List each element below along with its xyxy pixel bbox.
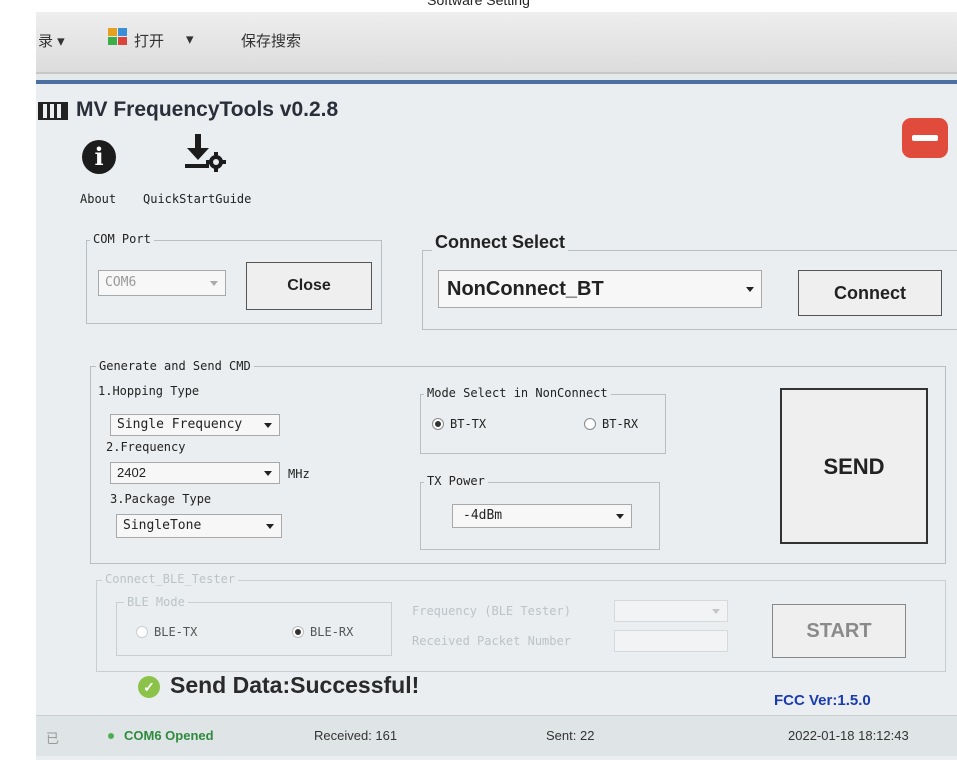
hopping-type-value: Single Frequency xyxy=(117,417,243,432)
tx-power-value: -4dBm xyxy=(463,508,503,523)
connect-mode-value: NonConnect_BT xyxy=(447,278,604,300)
ble-tx-label[interactable]: BLE-TX xyxy=(154,625,197,639)
chevron-down-icon xyxy=(266,524,274,529)
chevron-down-icon xyxy=(616,514,624,519)
bt-tx-radio[interactable] xyxy=(432,418,444,430)
generate-send-legend: Generate and Send CMD xyxy=(96,359,254,373)
minus-icon xyxy=(912,135,938,141)
package-type-label: 3.Package Type xyxy=(110,492,212,506)
app-logo-icon xyxy=(38,102,68,120)
connect-button[interactable]: Connect xyxy=(798,270,942,316)
connect-select-legend: Connect Select xyxy=(432,232,569,253)
tx-power-select[interactable]: -4dBm xyxy=(452,504,632,528)
ble-tx-radio[interactable] xyxy=(136,626,148,638)
quickstart-label[interactable]: QuickStartGuide xyxy=(143,192,251,206)
status-left-glyph: 已 xyxy=(46,731,60,746)
status-dot-icon xyxy=(108,733,114,739)
bt-tx-label[interactable]: BT-TX xyxy=(450,417,486,431)
com-port-legend: COM Port xyxy=(90,232,154,246)
app-title: MV FrequencyTools v0.2.8 xyxy=(76,98,339,121)
fcc-version: FCC Ver:1.5.0 xyxy=(774,692,871,709)
save-search-button[interactable]: 保存搜索 xyxy=(241,30,301,51)
tx-power-legend: TX Power xyxy=(424,474,488,488)
connect-mode-select[interactable]: NonConnect_BT xyxy=(438,270,762,308)
open-button[interactable]: 打开 xyxy=(134,30,164,51)
package-type-select[interactable]: SingleTone xyxy=(116,514,282,538)
hopping-type-select[interactable]: Single Frequency xyxy=(110,414,280,436)
received-count: Received: 161 xyxy=(314,728,398,743)
package-type-value: SingleTone xyxy=(123,518,202,533)
open-dropdown-caret[interactable]: ▾ xyxy=(186,30,194,48)
about-label[interactable]: About xyxy=(80,192,116,206)
ble-rx-label[interactable]: BLE-RX xyxy=(310,625,353,639)
ble-rx-radio[interactable] xyxy=(292,626,304,638)
bt-rx-radio[interactable] xyxy=(584,418,596,430)
window-close-button[interactable] xyxy=(902,118,948,158)
mode-select-legend: Mode Select in NonConnect xyxy=(424,386,611,400)
image-caption: Software Setting xyxy=(427,0,530,8)
chevron-down-icon xyxy=(264,471,272,476)
received-packet-field[interactable] xyxy=(614,630,728,652)
com-status: COM6 Opened xyxy=(124,728,214,743)
send-button[interactable]: SEND xyxy=(780,388,928,544)
bt-rx-label[interactable]: BT-RX xyxy=(602,417,638,431)
frequency-label: 2.Frequency xyxy=(106,440,186,454)
download-settings-icon[interactable] xyxy=(180,134,228,176)
info-icon[interactable]: i xyxy=(82,140,116,174)
open-folder-icon xyxy=(108,28,128,46)
com-port-select[interactable]: COM6 xyxy=(98,270,226,296)
success-check-icon: ✓ xyxy=(138,676,160,698)
received-packet-label: Received Packet Number xyxy=(412,634,571,648)
chevron-down-icon xyxy=(712,609,720,614)
toolbar-item-record[interactable]: 录 ▾ xyxy=(38,30,65,51)
frequency-tools-window: MV FrequencyTools v0.2.8 i About QuickSt… xyxy=(36,80,957,760)
chevron-down-icon xyxy=(746,287,754,292)
frequency-select[interactable]: 2402 xyxy=(110,462,280,484)
start-button[interactable]: START xyxy=(772,604,906,658)
hopping-type-label: 1.Hopping Type xyxy=(98,384,200,398)
chevron-down-icon xyxy=(264,423,272,428)
ble-frequency-label: Frequency (BLE Tester) xyxy=(412,604,571,618)
chevron-down-icon xyxy=(210,281,218,286)
sent-count: Sent: 22 xyxy=(546,728,595,743)
com-port-value: COM6 xyxy=(105,275,137,290)
status-bar: 已 COM6 Opened Received: 161 Sent: 22 202… xyxy=(36,715,957,756)
frequency-unit: MHz xyxy=(288,467,310,481)
frequency-value: 2402 xyxy=(117,465,146,480)
ble-frequency-select[interactable] xyxy=(614,600,728,622)
status-datetime: 2022-01-18 18:12:43 xyxy=(788,728,909,743)
host-toolbar: 录 ▾ 打开 ▾ 保存搜索 xyxy=(36,12,957,74)
monitor-photo: 录 ▾ 打开 ▾ 保存搜索 MV FrequencyTools v0.2.8 i xyxy=(36,12,957,760)
ble-mode-legend: BLE Mode xyxy=(124,595,188,609)
send-result-message: Send Data:Successful! xyxy=(170,672,420,698)
com-close-button[interactable]: Close xyxy=(246,262,372,310)
ble-tester-legend: Connect_BLE_Tester xyxy=(102,572,239,586)
